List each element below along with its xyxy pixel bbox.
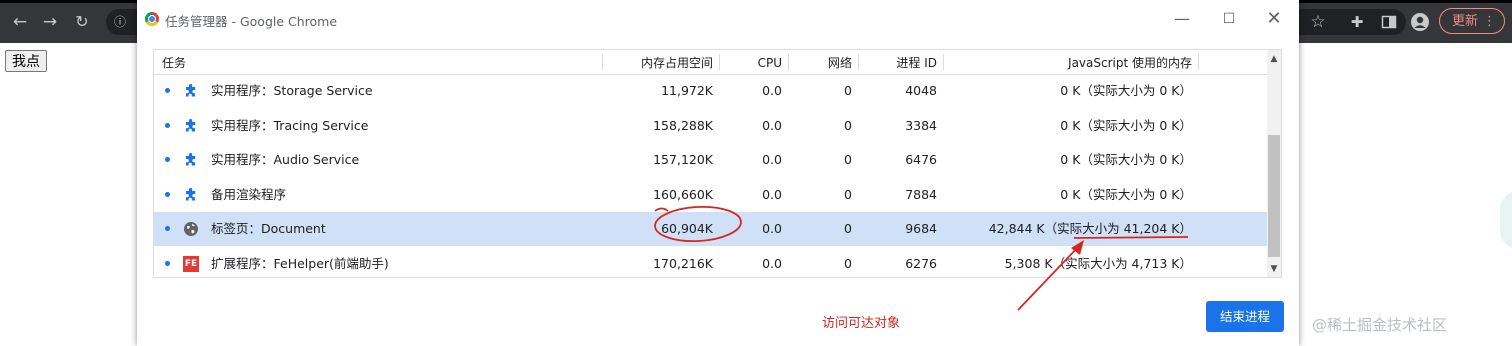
cell-memory: 160,660K bbox=[653, 186, 713, 202]
row-bullet-icon bbox=[165, 191, 170, 197]
annotation-label: 访问可达对象 bbox=[822, 316, 901, 331]
row-bullet-icon bbox=[165, 226, 170, 232]
cell-pid: 7884 bbox=[905, 186, 937, 202]
vertical-scrollbar[interactable]: ▲ ▼ bbox=[1267, 50, 1281, 277]
puzzle-icon bbox=[183, 118, 199, 134]
cell-task: 实用程序：Tracing Service bbox=[211, 117, 369, 133]
side-panel-icon[interactable] bbox=[1377, 10, 1401, 34]
update-button[interactable]: 更新 ⋮ bbox=[1439, 8, 1505, 34]
cell-network: 0 bbox=[844, 221, 852, 237]
cell-pid: 3384 bbox=[905, 117, 937, 133]
cell-js-memory: 0 K（实际大小为 0 K） bbox=[1060, 83, 1192, 98]
cell-js-memory: 5,308 K（实际大小为 4,713 K） bbox=[1004, 256, 1192, 271]
scroll-up-icon[interactable]: ▲ bbox=[1267, 52, 1281, 66]
cell-network: 0 bbox=[844, 186, 852, 202]
cell-task: 扩展程序：FeHelper(前端助手) bbox=[211, 256, 389, 271]
window-title: 任务管理器 - Google Chrome bbox=[165, 14, 338, 29]
maximize-icon[interactable]: ☐ bbox=[1214, 8, 1244, 30]
floating-widget-edge bbox=[1500, 190, 1512, 250]
column-header-network[interactable]: 网络 bbox=[789, 50, 852, 74]
column-header-pid[interactable]: 进程 ID bbox=[859, 50, 937, 74]
cell-network: 0 bbox=[844, 83, 852, 98]
cell-pid: 6476 bbox=[905, 152, 937, 168]
cell-network: 0 bbox=[844, 256, 852, 271]
column-header-js-memory[interactable]: JavaScript 使用的内存 bbox=[944, 50, 1192, 74]
puzzle-icon bbox=[183, 152, 199, 168]
back-icon[interactable]: ← bbox=[8, 10, 32, 34]
cell-cpu: 0.0 bbox=[762, 83, 782, 98]
cell-pid: 4048 bbox=[905, 83, 937, 98]
table-header: 任务 内存占用空间 CPU 网络 进程 ID JavaScript 使用的内存 bbox=[154, 50, 1267, 75]
row-bullet-icon bbox=[165, 88, 170, 93]
profile-icon[interactable] bbox=[1408, 10, 1432, 34]
cell-network: 0 bbox=[844, 117, 852, 133]
column-header-task[interactable]: 任务 bbox=[162, 50, 186, 74]
scrollbar-thumb[interactable] bbox=[1268, 135, 1280, 257]
cell-pid: 6276 bbox=[905, 256, 937, 271]
table-row[interactable]: 备用渲染程序 160,660K 0.0 0 7884 0 K（实际大小为 0 K） bbox=[154, 178, 1267, 212]
window-titlebar: 任务管理器 - Google Chrome — ☐ ✕ bbox=[137, 0, 1299, 38]
cell-pid: 9684 bbox=[905, 221, 937, 237]
cell-cpu: 0.0 bbox=[762, 152, 782, 168]
globe-icon bbox=[183, 221, 199, 237]
cell-js-memory: 0 K（实际大小为 0 K） bbox=[1060, 186, 1192, 202]
cell-memory: 11,972K bbox=[661, 83, 713, 98]
cell-memory: 60,904K bbox=[661, 221, 713, 237]
cell-memory: 157,120K bbox=[653, 152, 713, 168]
update-label: 更新 bbox=[1452, 14, 1479, 29]
task-table: 任务 内存占用空间 CPU 网络 进程 ID JavaScript 使用的内存 … bbox=[153, 49, 1282, 278]
chrome-logo-icon bbox=[145, 12, 159, 26]
bookmark-star-icon[interactable]: ☆ bbox=[1306, 10, 1330, 34]
cell-task: 备用渲染程序 bbox=[211, 186, 287, 202]
cell-task: 实用程序：Storage Service bbox=[211, 83, 373, 98]
cell-task: 标签页：Document bbox=[211, 221, 326, 237]
puzzle-icon bbox=[183, 187, 199, 203]
column-header-cpu[interactable]: CPU bbox=[720, 50, 782, 74]
row-bullet-icon bbox=[165, 261, 170, 266]
cell-network: 0 bbox=[844, 152, 852, 168]
fe-helper-icon: FE bbox=[183, 256, 199, 272]
cell-memory: 170,216K bbox=[653, 256, 713, 271]
table-row[interactable]: 标签页：Document 60,904K 0.0 0 9684 42,844 K（实际大小… bbox=[154, 212, 1267, 247]
info-icon[interactable]: ⓘ bbox=[108, 10, 132, 34]
end-process-button[interactable]: 结束进程 bbox=[1206, 301, 1284, 332]
puzzle-icon bbox=[183, 83, 199, 99]
cell-cpu: 0.0 bbox=[762, 186, 782, 202]
watermark-text: @稀土掘金技术社区 bbox=[1312, 316, 1448, 334]
more-menu-icon[interactable]: ⋮ bbox=[1483, 9, 1496, 35]
column-header-memory[interactable]: 内存占用空间 bbox=[603, 50, 713, 74]
row-bullet-icon bbox=[165, 122, 170, 128]
cell-cpu: 0.0 bbox=[762, 117, 782, 133]
cell-memory: 158,288K bbox=[653, 117, 713, 133]
extensions-icon[interactable]: ✚ bbox=[1345, 10, 1369, 34]
scroll-down-icon[interactable]: ▼ bbox=[1267, 262, 1281, 276]
cell-js-memory: 0 K（实际大小为 0 K） bbox=[1060, 117, 1192, 133]
task-manager-window: 任务管理器 - Google Chrome — ☐ ✕ 任务 内存占用空间 CP… bbox=[137, 0, 1299, 346]
cell-cpu: 0.0 bbox=[762, 221, 782, 237]
minimize-icon[interactable]: — bbox=[1167, 8, 1197, 30]
table-row[interactable]: FE 扩展程序：FeHelper(前端助手) 170,216K 0.0 0 6276 5,3… bbox=[154, 247, 1267, 277]
forward-icon[interactable]: → bbox=[38, 10, 62, 34]
page-button[interactable]: 我点 bbox=[5, 50, 47, 72]
cell-js-memory: 42,844 K（实际大小为 41,204 K） bbox=[988, 221, 1192, 237]
table-row[interactable]: 实用程序：Tracing Service 158,288K 0.0 0 3384 0 K（… bbox=[154, 109, 1267, 143]
row-bullet-icon bbox=[165, 157, 170, 163]
table-row[interactable]: 实用程序：Audio Service 157,120K 0.0 0 6476 0 K（实际… bbox=[154, 143, 1267, 177]
reload-icon[interactable]: ↻ bbox=[70, 10, 94, 34]
close-icon[interactable]: ✕ bbox=[1259, 8, 1289, 30]
column-divider bbox=[1198, 54, 1199, 70]
cell-cpu: 0.0 bbox=[762, 256, 782, 271]
cell-task: 实用程序：Audio Service bbox=[211, 152, 360, 168]
table-row[interactable]: 实用程序：Storage Service 11,972K 0.0 0 4048 0 K（实… bbox=[154, 74, 1267, 108]
cell-js-memory: 0 K（实际大小为 0 K） bbox=[1060, 152, 1192, 168]
